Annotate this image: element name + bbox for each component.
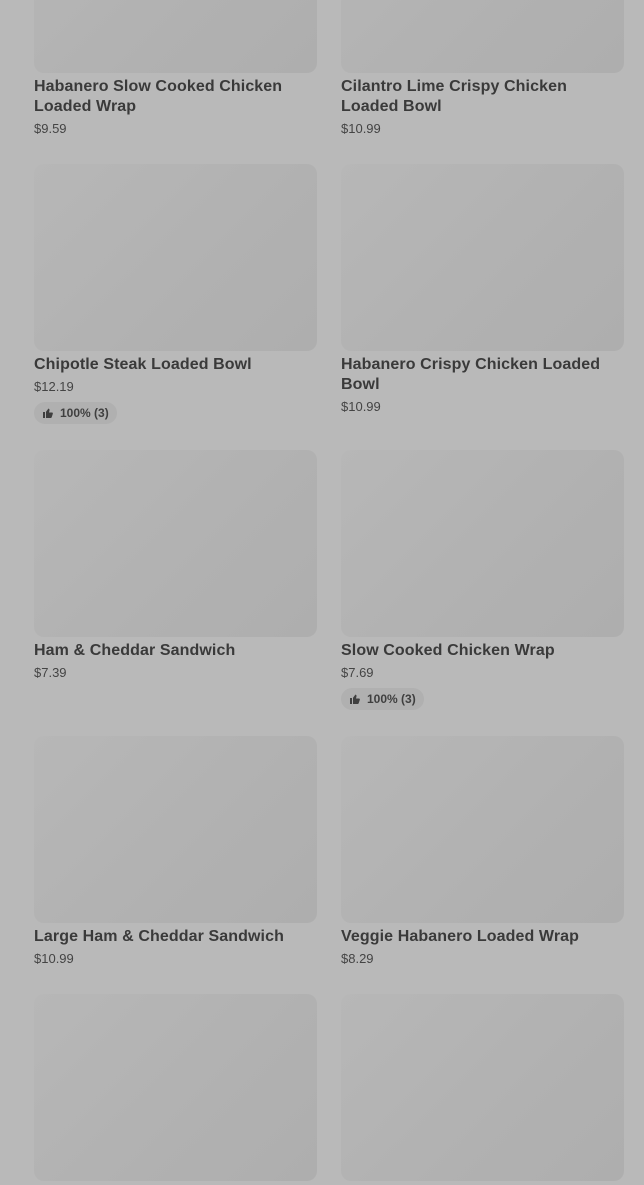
- rating-text: 100% (3): [60, 406, 109, 420]
- product-name[interactable]: Slow Cooked Chicken Wrap: [341, 641, 624, 661]
- product-card[interactable]: Veggie Habanero Loaded Wrap $8.29: [341, 736, 624, 968]
- product-price: $7.39: [34, 665, 67, 680]
- product-price: $8.29: [341, 951, 374, 966]
- product-card[interactable]: Cilantro Lime Crispy Chicken Loaded Bowl…: [341, 0, 624, 138]
- rating-text: 100% (3): [367, 692, 416, 706]
- product-image[interactable]: [34, 164, 317, 351]
- product-image[interactable]: [341, 164, 624, 351]
- product-image[interactable]: [34, 0, 317, 73]
- product-card[interactable]: Habanero Slow Cooked Chicken Loaded Wrap…: [34, 0, 317, 138]
- product-card[interactable]: Habanero Crispy Chicken Loaded Bowl $10.…: [341, 164, 624, 416]
- product-image[interactable]: [34, 994, 317, 1181]
- product-image[interactable]: [341, 736, 624, 923]
- product-price: $10.99: [341, 399, 381, 414]
- product-name[interactable]: Ham & Cheddar Sandwich: [34, 641, 317, 661]
- product-card[interactable]: Large Ham & Cheddar Sandwich $10.99: [34, 736, 317, 968]
- product-name[interactable]: Chipotle Steak Loaded Bowl: [34, 355, 317, 375]
- product-card[interactable]: Ham & Cheddar Sandwich $7.39: [34, 450, 317, 682]
- product-card[interactable]: [34, 994, 317, 1185]
- thumbs-up-icon: [42, 407, 54, 419]
- product-price: $10.99: [34, 951, 74, 966]
- product-name[interactable]: Veggie Habanero Loaded Wrap: [341, 927, 624, 947]
- product-name[interactable]: Habanero Crispy Chicken Loaded Bowl: [341, 355, 624, 395]
- product-price: $12.19: [34, 379, 74, 394]
- product-price: $10.99: [341, 121, 381, 136]
- product-image[interactable]: [341, 450, 624, 637]
- thumbs-up-icon: [349, 693, 361, 705]
- product-card[interactable]: Slow Cooked Chicken Wrap $7.69 100% (3): [341, 450, 624, 710]
- product-price: $7.69: [341, 665, 374, 680]
- product-image[interactable]: [341, 994, 624, 1181]
- product-card[interactable]: [341, 994, 624, 1185]
- product-name[interactable]: Habanero Slow Cooked Chicken Loaded Wrap: [34, 77, 317, 117]
- rating-badge: 100% (3): [341, 688, 424, 710]
- product-price: $9.59: [34, 121, 67, 136]
- product-name[interactable]: Large Ham & Cheddar Sandwich: [34, 927, 317, 947]
- product-name[interactable]: Cilantro Lime Crispy Chicken Loaded Bowl: [341, 77, 624, 117]
- rating-badge: 100% (3): [34, 402, 117, 424]
- product-image[interactable]: [341, 0, 624, 73]
- product-card[interactable]: Chipotle Steak Loaded Bowl $12.19 100% (…: [34, 164, 317, 424]
- product-image[interactable]: [34, 736, 317, 923]
- product-image[interactable]: [34, 450, 317, 637]
